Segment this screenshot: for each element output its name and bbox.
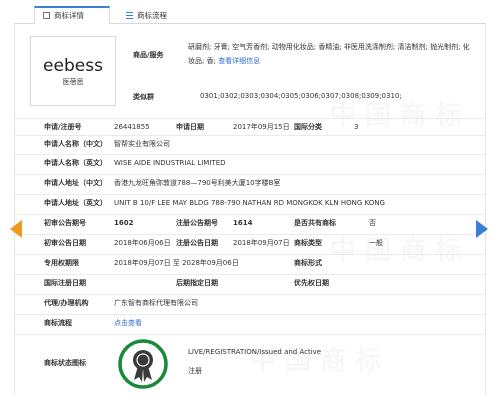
table-row: 申请人地址（英文） UNIT B 10/F LEE MAY BLDG 788-7… xyxy=(14,194,486,214)
intl-reg-date-label: 国际注册日期 xyxy=(44,279,86,287)
prelim-no-label: 初审公告期号 xyxy=(44,219,86,227)
reg-pub-no-value: 1614 xyxy=(233,219,253,227)
list-icon xyxy=(126,11,133,19)
address-cn-label: 申请人地址（中文） xyxy=(44,179,107,187)
later-date-label: 后期指定日期 xyxy=(176,279,218,287)
document-icon xyxy=(43,12,50,19)
status-text-cn: 注册 xyxy=(188,367,202,375)
previous-arrow-icon[interactable] xyxy=(10,220,22,238)
process-view-link[interactable]: 点击查看 xyxy=(114,315,142,332)
trademark-image: eebess 医蓓思 xyxy=(30,36,116,106)
tab-bar: 商标详情 商标流程 xyxy=(14,6,486,24)
goods-text: 研磨剂; 牙膏; 空气芳香剂; 动物用化妆品; 香精油; 非医用洗涤制剂; 清洁… xyxy=(188,40,476,68)
table-row: 申请人名称（中文） 智帮实业有限公司 xyxy=(14,135,486,154)
logo-cn-text: 医蓓思 xyxy=(62,77,84,86)
table-row: 初审公告日期 2018年06月06日 注册公告日期 2018年09月07日 商标… xyxy=(14,234,486,254)
reg-pub-date-label: 注册公告日期 xyxy=(176,239,218,247)
tab-trademark-process[interactable]: 商标流程 xyxy=(118,6,198,24)
apply-date-value: 2017年09月15日 xyxy=(233,123,290,131)
prelim-date-label: 初审公告日期 xyxy=(44,239,86,247)
table-row: 国际注册日期 后期指定日期 优先权日期 xyxy=(14,274,486,294)
reg-no-label: 申请/注册号 xyxy=(44,123,82,131)
prelim-date-value: 2018年06月06日 xyxy=(114,239,171,247)
similar-group-label: 类似群 xyxy=(133,93,154,101)
similar-group-value: 0301;0302;0303;0304;0305;0306;0307;0308;… xyxy=(200,92,402,100)
tm-type-value: 一般 xyxy=(369,239,383,247)
table-row: 申请人名称（英文） WISE AIDE INDUSTRIAL LIMITED xyxy=(14,154,486,174)
priority-date-label: 优先权日期 xyxy=(294,279,329,287)
status-icon-label: 商标状态图标 xyxy=(44,359,86,367)
intl-class-label: 国际分类 xyxy=(294,123,322,131)
shared-label: 是否共有商标 xyxy=(294,219,336,227)
table-row: 初审公告期号 1602 注册公告期号 1614 是否共有商标 否 xyxy=(14,214,486,234)
reg-no-value: 26441855 xyxy=(114,123,150,131)
applicant-en-label: 申请人名称（英文） xyxy=(44,159,107,167)
tab-trademark-details[interactable]: 商标详情 xyxy=(34,6,110,24)
goods-label: 商品/服务 xyxy=(133,51,164,59)
tm-form-label: 商标形式 xyxy=(294,259,322,267)
reg-pub-no-label: 注册公告期号 xyxy=(176,219,218,227)
tab-label: 商标详情 xyxy=(54,11,84,20)
exclusive-period-value: 2018年09月07日 至 2028年09月06日 xyxy=(114,259,239,267)
exclusive-period-label: 专用权期限 xyxy=(44,259,79,267)
address-en-value: UNIT B 10/F LEE MAY BLDG 788-790 NATHAN … xyxy=(114,199,385,207)
apply-date-label: 申请日期 xyxy=(176,123,204,131)
registered-badge-icon xyxy=(117,338,169,390)
table-row: 代理/办理机构 广东智有商标代理有限公司 xyxy=(14,294,486,314)
address-cn-value: 香港九龙旺角弥敦道788—790号利美大厦10字楼B室 xyxy=(114,179,281,187)
reg-pub-date-value: 2018年09月07日 xyxy=(233,239,290,247)
shared-value: 否 xyxy=(369,219,376,227)
table-row: 申请人地址（中文） 香港九龙旺角弥敦道788—790号利美大厦10字楼B室 xyxy=(14,174,486,194)
table-row: 商标流程 点击查看 xyxy=(14,314,486,334)
prelim-no-value: 1602 xyxy=(114,219,134,227)
table-row: 申请/注册号 26441855 申请日期 2017年09月15日 国际分类 3 xyxy=(14,118,486,135)
agent-value: 广东智有商标代理有限公司 xyxy=(114,299,198,307)
next-arrow-icon[interactable] xyxy=(476,220,488,238)
status-text-en: LIVE/REGISTRATION/Issued and Active xyxy=(188,348,322,356)
logo-text: eebess xyxy=(43,55,103,76)
process-label: 商标流程 xyxy=(44,319,72,327)
intl-class-value: 3 xyxy=(354,123,359,131)
table-row: 商标状态图标 xyxy=(14,334,486,394)
tab-label: 商标流程 xyxy=(137,10,167,20)
agent-label: 代理/办理机构 xyxy=(44,299,89,307)
address-en-label: 申请人地址（英文） xyxy=(44,199,107,207)
applicant-cn-label: 申请人名称（中文） xyxy=(44,140,107,148)
applicant-cn-value: 智帮实业有限公司 xyxy=(114,140,170,148)
table-row: 专用权期限 2018年09月07日 至 2028年09月06日 商标形式 xyxy=(14,254,486,274)
applicant-en-value: WISE AIDE INDUSTRIAL LIMITED xyxy=(114,159,226,167)
view-details-link[interactable]: 查看详细信息 xyxy=(218,57,260,65)
tm-type-label: 商标类型 xyxy=(294,239,322,247)
